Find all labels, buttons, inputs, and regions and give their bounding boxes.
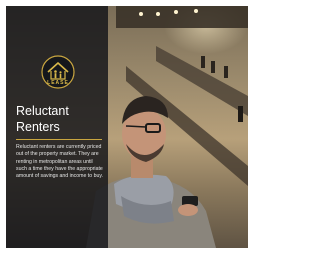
title-line-2: Renters	[16, 120, 60, 134]
persona-card: LEASE Reluctant Renters Reluctant renter…	[0, 0, 254, 254]
gold-divider	[16, 139, 102, 140]
logo-wordmark: LEASE	[47, 80, 69, 86]
persona-title: Reluctant Renters	[16, 103, 106, 135]
house-with-people-icon	[41, 55, 75, 89]
title-line-1: Reluctant	[16, 104, 69, 118]
persona-description: Reluctant renters are currently priced o…	[16, 144, 103, 180]
